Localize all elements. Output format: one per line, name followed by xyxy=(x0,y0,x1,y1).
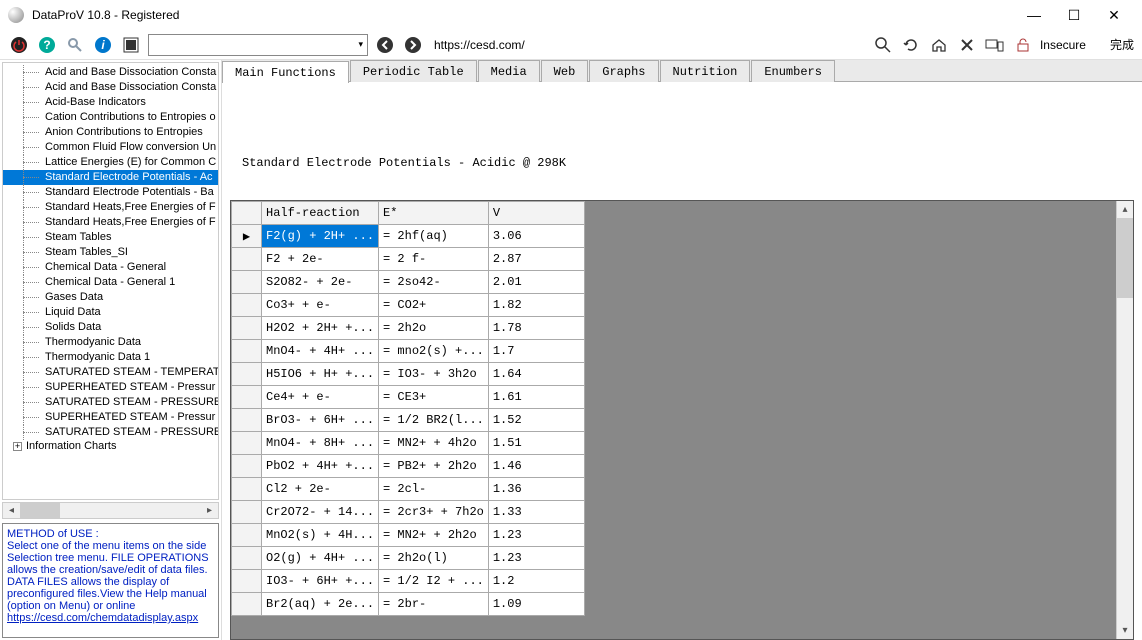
table-row[interactable]: Cr2O72- + 14...= 2cr3+ + 7h2o1.33 xyxy=(232,501,585,524)
nav-forward-icon[interactable] xyxy=(402,34,424,56)
search-icon[interactable] xyxy=(64,34,86,56)
tree-item[interactable]: Chemical Data - General xyxy=(3,260,218,275)
nav-tree[interactable]: Acid and Base Dissociation ConstaAcid an… xyxy=(2,62,219,500)
tree-item[interactable]: Acid-Base Indicators xyxy=(3,95,218,110)
grid-header[interactable]: Half-reaction xyxy=(262,202,379,225)
grid-header[interactable]: V xyxy=(488,202,584,225)
table-row[interactable]: Ce4+ + e-= CE3+1.61 xyxy=(232,386,585,409)
tree-item[interactable]: Anion Contributions to Entropies xyxy=(3,125,218,140)
close-button[interactable]: ✕ xyxy=(1094,3,1134,28)
tree-item[interactable]: Gases Data xyxy=(3,290,218,305)
table-row[interactable]: BrO3- + 6H+ ...= 1/2 BR2(l...1.52 xyxy=(232,409,585,432)
content-area: Main FunctionsPeriodic TableMediaWebGrap… xyxy=(222,60,1142,640)
tree-hscroll[interactable]: ◂▸ xyxy=(2,502,219,519)
tree-item[interactable]: Chemical Data - General 1 xyxy=(3,275,218,290)
nav-back-icon[interactable] xyxy=(374,34,396,56)
tree-item[interactable]: Lattice Energies (E) for Common C xyxy=(3,155,218,170)
screen-icon[interactable] xyxy=(120,34,142,56)
maximize-button[interactable]: ☐ xyxy=(1054,3,1094,28)
sidebar: Acid and Base Dissociation ConstaAcid an… xyxy=(0,60,222,640)
tab-web[interactable]: Web xyxy=(541,60,589,82)
help-body: Select one of the menu items on the side… xyxy=(7,540,209,612)
tree-item[interactable]: Standard Electrode Potentials - Ba xyxy=(3,185,218,200)
tab-nutrition[interactable]: Nutrition xyxy=(660,60,751,82)
tree-item[interactable]: Steam Tables_SI xyxy=(3,245,218,260)
table-row[interactable]: PbO2 + 4H+ +...= PB2+ + 2h2o1.46 xyxy=(232,455,585,478)
tab-bar: Main FunctionsPeriodic TableMediaWebGrap… xyxy=(222,60,1142,82)
grid-header[interactable] xyxy=(232,202,262,225)
address-combo[interactable]: ▾ xyxy=(148,34,368,56)
tree-item[interactable]: Cation Contributions to Entropies o xyxy=(3,110,218,125)
tree-item[interactable]: Acid and Base Dissociation Consta xyxy=(3,65,218,80)
table-row[interactable]: Cl2 + 2e-= 2cl-1.36 xyxy=(232,478,585,501)
table-row[interactable]: MnO4- + 4H+ ...= mno2(s) +...1.7 xyxy=(232,340,585,363)
tab-graphs[interactable]: Graphs xyxy=(589,60,658,82)
grid-container: Half-reactionE*V▶F2(g) + 2H+ ...= 2hf(aq… xyxy=(230,200,1134,640)
done-label: 完成 xyxy=(1110,36,1134,53)
tree-item[interactable]: Thermodyanic Data xyxy=(3,335,218,350)
tree-item[interactable]: Thermodyanic Data 1 xyxy=(3,350,218,365)
table-row[interactable]: H5IO6 + H+ +...= IO3- + 3h2o1.64 xyxy=(232,363,585,386)
tree-item[interactable]: Common Fluid Flow conversion Un xyxy=(3,140,218,155)
tree-root-item[interactable]: +Information Charts xyxy=(3,440,218,455)
power-icon[interactable] xyxy=(8,34,30,56)
toolbar: ? i ▾ https://cesd.com/ Insecure 完成 xyxy=(0,30,1142,60)
table-row[interactable]: MnO2(s) + 4H...= MN2+ + 2h2o1.23 xyxy=(232,524,585,547)
table-row[interactable]: O2(g) + 4H+ ...= 2h2o(l)1.23 xyxy=(232,547,585,570)
grid-vscroll[interactable]: ▴▾ xyxy=(1116,201,1133,639)
tree-item[interactable]: SATURATED STEAM - PRESSURE xyxy=(3,395,218,410)
window-title: DataProV 10.8 - Registered xyxy=(32,8,1014,22)
tab-main-functions[interactable]: Main Functions xyxy=(222,61,349,83)
tab-periodic-table[interactable]: Periodic Table xyxy=(350,60,477,82)
tree-item[interactable]: Solids Data xyxy=(3,320,218,335)
tree-item[interactable]: Standard Heats,Free Energies of F xyxy=(3,215,218,230)
table-row[interactable]: F2 + 2e-= 2 f-2.87 xyxy=(232,248,585,271)
tree-item[interactable]: Steam Tables xyxy=(3,230,218,245)
table-row[interactable]: Br2(aq) + 2e...= 2br-1.09 xyxy=(232,593,585,616)
tab-enumbers[interactable]: Enumbers xyxy=(751,60,835,82)
table-row[interactable]: MnO4- + 8H+ ...= MN2+ + 4h2o1.51 xyxy=(232,432,585,455)
table-row[interactable]: Co3+ + e-= CO2+1.82 xyxy=(232,294,585,317)
url-text: https://cesd.com/ xyxy=(434,38,525,52)
home-icon[interactable] xyxy=(928,34,950,56)
info-icon[interactable]: i xyxy=(92,34,114,56)
title-bar: DataProV 10.8 - Registered — ☐ ✕ xyxy=(0,0,1142,30)
tree-item[interactable]: Acid and Base Dissociation Consta xyxy=(3,80,218,95)
tree-item[interactable]: Standard Heats,Free Energies of F xyxy=(3,200,218,215)
insecure-label: Insecure xyxy=(1040,38,1086,52)
table-row[interactable]: S2O82- + 2e-= 2so42-2.01 xyxy=(232,271,585,294)
svg-text:?: ? xyxy=(43,38,50,52)
help-icon[interactable]: ? xyxy=(36,34,58,56)
tree-item[interactable]: SATURATED STEAM - TEMPERAT xyxy=(3,365,218,380)
table-row[interactable]: IO3- + 6H+ +...= 1/2 I2 + ...1.2 xyxy=(232,570,585,593)
page-title: Standard Electrode Potentials - Acidic @… xyxy=(242,156,1134,170)
help-link[interactable]: https://cesd.com/chemdatadisplay.aspx xyxy=(7,612,198,624)
table-row[interactable]: ▶F2(g) + 2H+ ...= 2hf(aq)3.06 xyxy=(232,225,585,248)
tab-media[interactable]: Media xyxy=(478,60,540,82)
tree-item[interactable]: Standard Electrode Potentials - Ac xyxy=(3,170,218,185)
tree-item[interactable]: Liquid Data xyxy=(3,305,218,320)
table-row[interactable]: H2O2 + 2H+ +...= 2h2o1.78 xyxy=(232,317,585,340)
help-panel: METHOD of USE : Select one of the menu i… xyxy=(2,523,219,638)
minimize-button[interactable]: — xyxy=(1014,3,1054,27)
data-grid[interactable]: Half-reactionE*V▶F2(g) + 2H+ ...= 2hf(aq… xyxy=(231,201,585,616)
main-panel: Standard Electrode Potentials - Acidic @… xyxy=(222,82,1142,640)
zoom-icon[interactable] xyxy=(872,34,894,56)
grid-header[interactable]: E* xyxy=(379,202,489,225)
devices-icon[interactable] xyxy=(984,34,1006,56)
stop-icon[interactable] xyxy=(956,34,978,56)
lock-open-icon[interactable] xyxy=(1012,34,1034,56)
help-title: METHOD of USE : xyxy=(7,528,214,540)
tree-item[interactable]: SUPERHEATED STEAM - Pressur xyxy=(3,410,218,425)
tree-item[interactable]: SATURATED STEAM - PRESSURE xyxy=(3,425,218,440)
tree-item[interactable]: SUPERHEATED STEAM - Pressur xyxy=(3,380,218,395)
app-icon xyxy=(8,7,24,23)
reload-icon[interactable] xyxy=(900,34,922,56)
